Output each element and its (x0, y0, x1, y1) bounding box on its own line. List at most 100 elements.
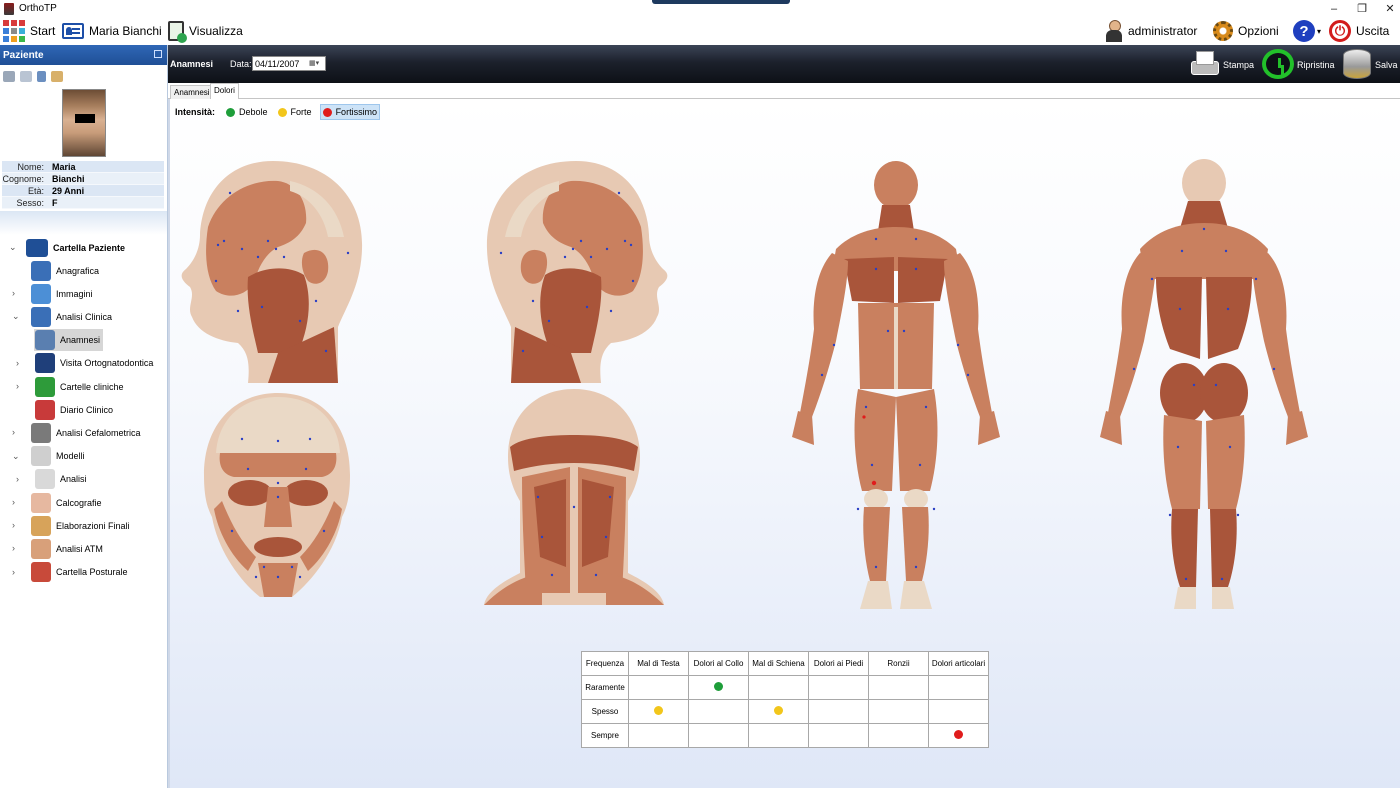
help-button[interactable]: ? ▾ (1293, 17, 1321, 45)
tree-item-body[interactable]: Analisi ATM (30, 538, 106, 560)
frequency-cell[interactable] (868, 699, 929, 724)
frequency-cell[interactable] (868, 723, 929, 748)
app-icon (4, 2, 14, 15)
expand-arrow[interactable]: ⌄ (12, 311, 22, 322)
tree-item-immagini[interactable]: › Immagini (0, 282, 96, 305)
frequency-cell[interactable] (748, 675, 809, 700)
tree-item-body[interactable]: Diario Clinico (34, 399, 116, 421)
patient-tools (0, 65, 167, 87)
head-left-lateral-figure[interactable] (483, 157, 671, 385)
tree-item-body[interactable]: Anamnesi (34, 329, 104, 352)
tree-item-body[interactable]: Visita Ortognatodontica (34, 352, 156, 374)
tree-item-cartella-posturale[interactable]: › Cartella Posturale (0, 561, 131, 584)
tree-item-calcografie[interactable]: › Calcografie (0, 491, 105, 514)
tree-item-body[interactable]: Analisi (34, 468, 90, 490)
tree-item-modelli[interactable]: ⌄ Modelli (0, 445, 88, 468)
intensity-strong[interactable]: Forte (276, 104, 314, 120)
tab-anamnesi[interactable]: Anamnesi (170, 85, 214, 100)
calendar-dropdown-icon[interactable]: ▦▾ (309, 59, 323, 68)
apps-grid-icon (3, 20, 25, 42)
frequency-cell[interactable] (808, 675, 869, 700)
body-back-figure[interactable] (1100, 159, 1310, 613)
exit-button[interactable]: ⏻ Uscita (1329, 17, 1389, 45)
intensity-very-strong[interactable]: Fortissimo (319, 104, 381, 120)
tree-item-anagrafica[interactable]: Anagrafica (0, 259, 102, 282)
expand-arrow[interactable]: › (16, 474, 26, 484)
date-picker[interactable]: 04/11/2007 ▦▾ (252, 56, 326, 71)
tree-item-analisi-cefalometrica[interactable]: › Analisi Cefalometrica (0, 421, 144, 444)
frequency-cell[interactable] (928, 699, 989, 724)
tree-item-diario-clinico[interactable]: Diario Clinico (0, 398, 116, 421)
tree-item-elaborazioni-finali[interactable]: › Elaborazioni Finali (0, 514, 133, 537)
restore-window-button[interactable]: ❐ (1348, 0, 1376, 17)
expand-arrow[interactable]: › (12, 520, 22, 530)
tree-root-patient-record[interactable]: ⌄ Cartella Paziente (0, 236, 125, 259)
frequency-cell[interactable] (808, 723, 869, 748)
expand-arrow[interactable]: › (16, 381, 26, 391)
tree-item-cartelle-cliniche[interactable]: › Cartelle cliniche (0, 375, 127, 398)
frequency-cell[interactable] (868, 675, 929, 700)
close-button[interactable]: ✕ (1376, 0, 1400, 17)
frequency-cell[interactable] (928, 675, 989, 700)
save-button[interactable]: Salva (1343, 49, 1398, 79)
pain-map-content: Intensità: Debole Forte Fortissimo Frequ… (168, 99, 1400, 788)
print-button[interactable]: Stampa (1188, 49, 1254, 77)
frequency-cell[interactable] (628, 723, 689, 748)
pin-icon[interactable] (154, 50, 162, 58)
tree-item-body[interactable]: Anagrafica (30, 260, 102, 282)
mail-icon[interactable] (20, 70, 32, 82)
gear-icon (1213, 21, 1233, 41)
tree-item-body[interactable]: Calcografie (30, 492, 105, 514)
tree-item-body[interactable]: Elaborazioni Finali (30, 515, 133, 537)
tree-item-body[interactable]: Modelli (30, 445, 88, 467)
head-back-figure[interactable] (482, 387, 666, 611)
expand-arrow[interactable]: › (16, 358, 26, 368)
minimize-button[interactable]: – (1320, 0, 1348, 17)
frequency-cell[interactable] (748, 723, 809, 748)
start-menu-button[interactable]: Start (3, 17, 55, 45)
tree-item-label: Modelli (56, 451, 85, 462)
help-dropdown-arrow[interactable]: ▾ (1317, 27, 1321, 36)
tree-item-anamnesi[interactable]: Anamnesi (0, 329, 104, 352)
expand-arrow[interactable]: › (12, 497, 22, 507)
tree-item-body[interactable]: Analisi Cefalometrica (30, 422, 144, 444)
tree-item-analisi-clinica[interactable]: ⌄ Analisi Clinica (0, 305, 115, 328)
body-front-figure[interactable] (792, 161, 1004, 615)
options-button[interactable]: Opzioni (1213, 17, 1279, 45)
expand-arrow[interactable]: ⌄ (9, 242, 19, 253)
head-front-figure[interactable] (200, 391, 356, 611)
expand-arrow[interactable]: › (12, 567, 22, 577)
frequency-cell[interactable] (688, 675, 749, 700)
frequency-cell[interactable] (688, 699, 749, 724)
help-icon: ? (1293, 20, 1315, 42)
document-icon[interactable] (51, 70, 63, 82)
patient-menu-button[interactable]: Maria Bianchi (62, 17, 162, 45)
frequency-cell[interactable] (748, 699, 809, 724)
head-right-lateral-figure[interactable] (178, 157, 366, 385)
tree-item-body[interactable]: Cartella Posturale (30, 561, 131, 583)
expand-arrow[interactable]: › (12, 427, 22, 437)
frequency-cell[interactable] (928, 723, 989, 748)
tree-item-visita-ortognatodontica[interactable]: › Visita Ortognatodontica (0, 352, 156, 375)
tree-item-analisi-atm[interactable]: › Analisi ATM (0, 537, 106, 560)
tree-item-body[interactable]: Analisi Clinica (30, 306, 115, 328)
restore-button[interactable]: Ripristina (1262, 49, 1335, 79)
expand-arrow[interactable]: › (12, 288, 22, 298)
expand-arrow[interactable]: ⌄ (12, 451, 22, 462)
intensity-weak[interactable]: Debole (224, 104, 270, 120)
print-small-icon[interactable] (3, 70, 15, 82)
tree-item-body[interactable]: Immagini (30, 283, 96, 305)
frequency-cell[interactable] (688, 723, 749, 748)
frequency-cell[interactable] (628, 699, 689, 724)
tree-item-label: Analisi Clinica (56, 311, 113, 322)
tab-dolori[interactable]: Dolori (210, 83, 239, 99)
tree-item-body[interactable]: Cartelle cliniche (34, 376, 127, 398)
expand-arrow[interactable]: › (12, 543, 22, 553)
person-small-icon[interactable] (37, 70, 46, 82)
intensity-strong-label: Forte (290, 107, 312, 117)
frequency-cell[interactable] (628, 675, 689, 700)
user-menu-button[interactable]: administrator (1105, 17, 1197, 45)
tree-item-analisi[interactable]: › Analisi (0, 468, 90, 491)
frequency-cell[interactable] (808, 699, 869, 724)
view-menu-button[interactable]: Visualizza (168, 17, 243, 45)
